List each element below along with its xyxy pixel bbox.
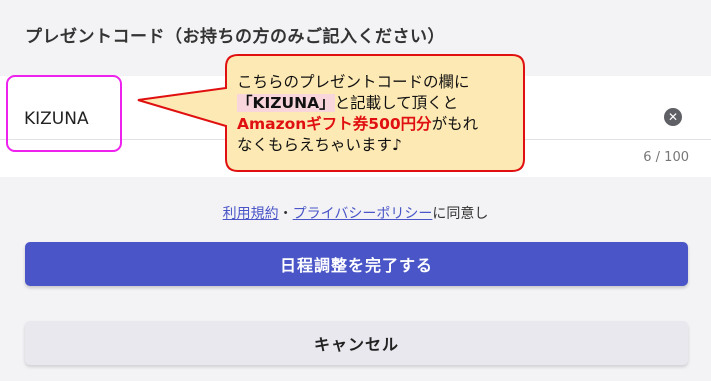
agreement-suffix: に同意し — [432, 206, 489, 222]
callout-code-label: 「KIZUNA」 — [237, 94, 335, 112]
callout-line-3-rest: がもれ — [431, 115, 479, 133]
agreement-text: 利用規約・プライバシーポリシーに同意し — [0, 203, 711, 223]
agreement-separator: ・ — [278, 206, 293, 222]
privacy-policy-link[interactable]: プライバシーポリシー — [293, 206, 433, 222]
callout-line-1: こちらのプレゼントコードの欄に — [237, 73, 470, 91]
callout-line-4: なくもらえちゃいます♪ — [237, 136, 402, 154]
char-counter: 6 / 100 — [643, 150, 689, 165]
cancel-button[interactable]: キャンセル — [25, 321, 688, 365]
callout-text: こちらのプレゼントコードの欄に 「KIZUNA」と記載して頂くと Amazonギ… — [237, 72, 517, 156]
section-title: プレゼントコード（お持ちの方のみご記入ください） — [25, 27, 445, 47]
terms-link[interactable]: 利用規約 — [223, 206, 279, 222]
callout-offer: Amazonギフト券500円分 — [237, 115, 432, 133]
complete-scheduling-button[interactable]: 日程調整を完了する — [25, 242, 688, 286]
callout-line-2-rest: と記載して頂くと — [334, 94, 459, 112]
clear-icon[interactable]: ✕ — [664, 108, 682, 126]
callout-line-3: Amazonギフト券500円分がもれ — [237, 114, 517, 135]
callout-line-2: 「KIZUNA」と記載して頂くと — [237, 93, 517, 114]
